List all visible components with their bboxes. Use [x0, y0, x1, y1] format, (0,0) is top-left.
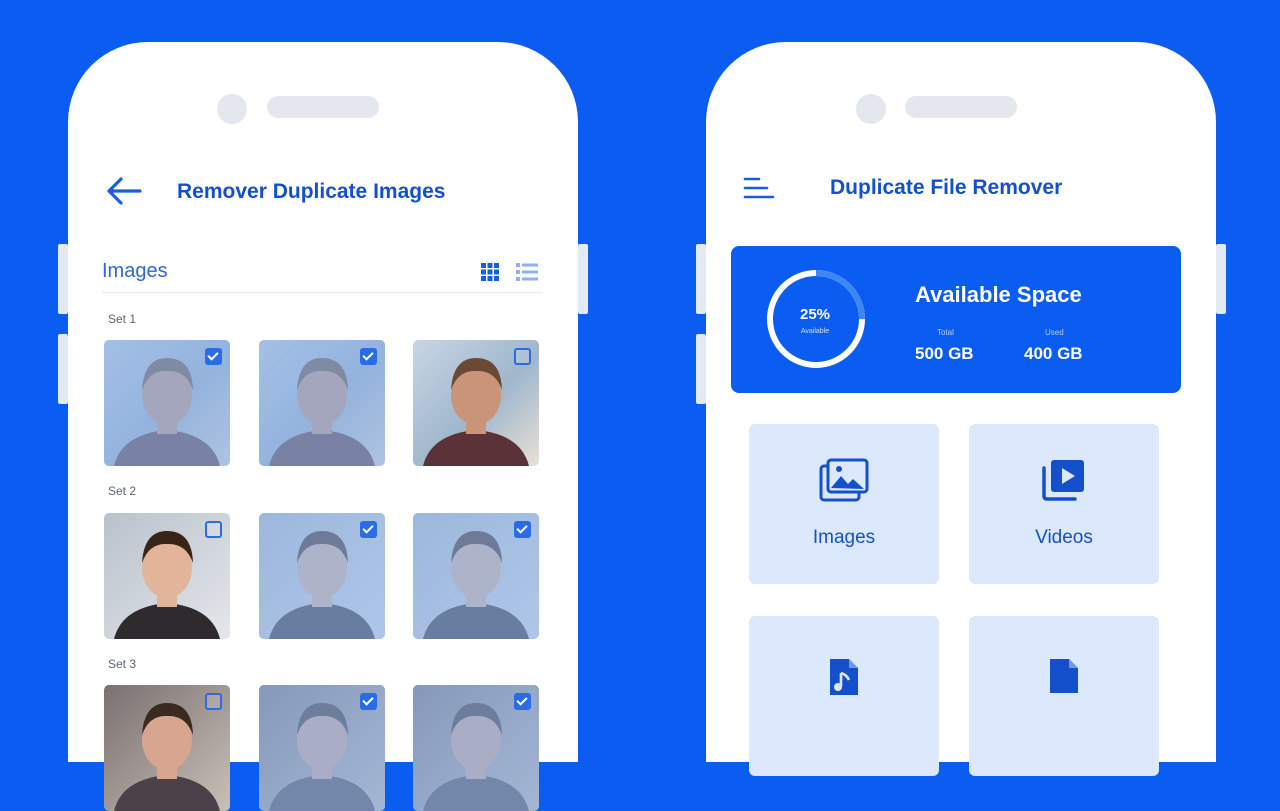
set-label: Set 2 [108, 484, 137, 498]
category-label: Images [812, 527, 876, 548]
duplicate-image-thumbnail[interactable] [413, 685, 539, 811]
checkbox-icon[interactable] [514, 521, 531, 538]
checkbox-icon[interactable] [360, 348, 377, 365]
duplicate-image-thumbnail[interactable] [104, 513, 230, 639]
front-camera [217, 94, 247, 124]
category-tile-videos[interactable]: Videos [969, 424, 1159, 584]
percent-label: 25% [799, 306, 831, 323]
list-view-icon[interactable] [516, 263, 538, 281]
set-label: Set 1 [108, 312, 137, 326]
available-space-card: 25% Available Available Space Total 500 … [731, 246, 1181, 393]
checkbox-icon[interactable] [360, 521, 377, 538]
section-divider [102, 292, 542, 293]
screen-title: Remover Duplicate Images [177, 180, 446, 203]
speaker-grille [267, 96, 379, 118]
category-label: Videos [1035, 527, 1093, 548]
category-tile-images[interactable]: Images [749, 424, 939, 584]
duplicate-image-thumbnail[interactable] [104, 340, 230, 466]
duplicate-image-thumbnail[interactable] [259, 513, 385, 639]
side-button [696, 334, 706, 404]
speaker-grille [905, 96, 1017, 118]
phone-left: Remover Duplicate Images Images Set 1 Se… [58, 42, 588, 811]
side-button [1216, 244, 1226, 314]
duplicate-image-thumbnail[interactable] [259, 340, 385, 466]
percent-sublabel: Available [800, 328, 830, 335]
checkbox-icon[interactable] [205, 348, 222, 365]
category-tile-audio[interactable] [749, 616, 939, 776]
images-icon [819, 458, 869, 502]
front-camera [856, 94, 886, 124]
screen-title: Duplicate File Remover [830, 176, 1063, 199]
used-value: 400 GB [1024, 344, 1083, 363]
side-button [578, 244, 588, 314]
duplicate-image-thumbnail[interactable] [104, 685, 230, 811]
side-button [696, 244, 706, 314]
checkbox-icon[interactable] [205, 693, 222, 710]
checkbox-icon[interactable] [514, 348, 531, 365]
video-icon [1042, 460, 1084, 501]
side-button [58, 334, 68, 404]
checkbox-icon[interactable] [360, 693, 377, 710]
duplicate-image-thumbnail[interactable] [259, 685, 385, 811]
checkbox-icon[interactable] [514, 693, 531, 710]
menu-icon[interactable] [743, 177, 775, 199]
total-value: 500 GB [915, 344, 974, 363]
available-space-title: Available Space [915, 282, 1082, 307]
document-icon [1050, 659, 1078, 693]
duplicate-image-thumbnail[interactable] [413, 340, 539, 466]
total-label: Total [937, 328, 954, 337]
section-label-images: Images [102, 260, 168, 282]
phone-right: Duplicate File Remover 25% Available Ava… [696, 42, 1226, 776]
used-label: Used [1045, 328, 1064, 337]
side-button [58, 244, 68, 314]
audio-file-icon [830, 659, 858, 695]
category-tile-documents[interactable] [969, 616, 1159, 776]
grid-view-icon[interactable] [481, 263, 499, 281]
duplicate-image-thumbnail[interactable] [413, 513, 539, 639]
checkbox-icon[interactable] [205, 521, 222, 538]
back-arrow-icon[interactable] [106, 176, 142, 206]
set-label: Set 3 [108, 657, 137, 671]
